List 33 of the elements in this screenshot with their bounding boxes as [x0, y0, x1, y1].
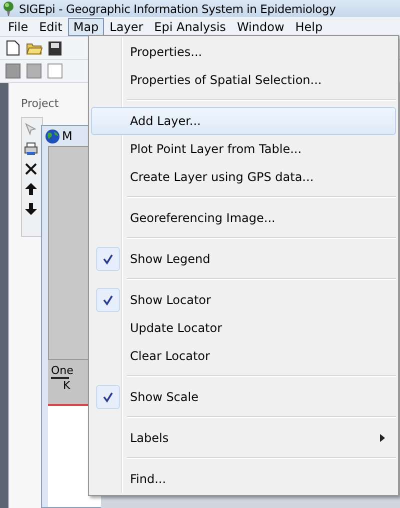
- menu-bar-item[interactable]: File: [3, 18, 34, 36]
- scale-label: One: [51, 364, 74, 377]
- filled-square-icon[interactable]: [25, 62, 43, 80]
- printer-icon[interactable]: [22, 140, 40, 158]
- menu-item[interactable]: Add Layer...: [91, 107, 396, 135]
- menu-item[interactable]: Properties of Spatial Selection...: [91, 66, 396, 94]
- menu-item[interactable]: Show Scale: [91, 383, 396, 411]
- menu-bar-item[interactable]: Help: [290, 18, 328, 36]
- scale-unit: K: [51, 377, 69, 392]
- menu-item[interactable]: Properties...: [91, 38, 396, 66]
- menu-item[interactable]: Find...: [91, 465, 396, 493]
- menu-bar-item[interactable]: Edit: [34, 18, 68, 36]
- menu-bar-item[interactable]: Layer: [104, 18, 148, 36]
- menu-item[interactable]: Plot Point Layer from Table...: [91, 135, 396, 163]
- menu-bar-item[interactable]: Window: [232, 18, 290, 36]
- menu-item[interactable]: Show Locator: [91, 286, 396, 314]
- menu-item[interactable]: Labels: [91, 424, 396, 452]
- window-title: M: [62, 129, 72, 143]
- window-title: SIGEpi - Geographic Information System in Epidemiology: [19, 2, 336, 16]
- menu-item[interactable]: Clear Locator: [91, 342, 396, 370]
- menu-item[interactable]: Show Legend: [91, 245, 396, 273]
- menu-item[interactable]: Georeferencing Image...: [91, 204, 396, 232]
- new-document-icon[interactable]: [4, 39, 22, 57]
- globe-icon: [45, 128, 60, 144]
- save-icon[interactable]: [46, 39, 64, 57]
- panel-title: Project: [21, 97, 60, 112]
- menu-item[interactable]: Update Locator: [91, 314, 396, 342]
- menu-item[interactable]: Create Layer using GPS data...: [91, 163, 396, 191]
- filled-square-icon[interactable]: [4, 62, 22, 80]
- square-outline-icon[interactable]: [46, 62, 64, 80]
- app-icon: [2, 1, 15, 16]
- menu-bar-item[interactable]: Epi Analysis: [149, 18, 231, 36]
- menu-bar-item[interactable]: Map: [68, 18, 104, 36]
